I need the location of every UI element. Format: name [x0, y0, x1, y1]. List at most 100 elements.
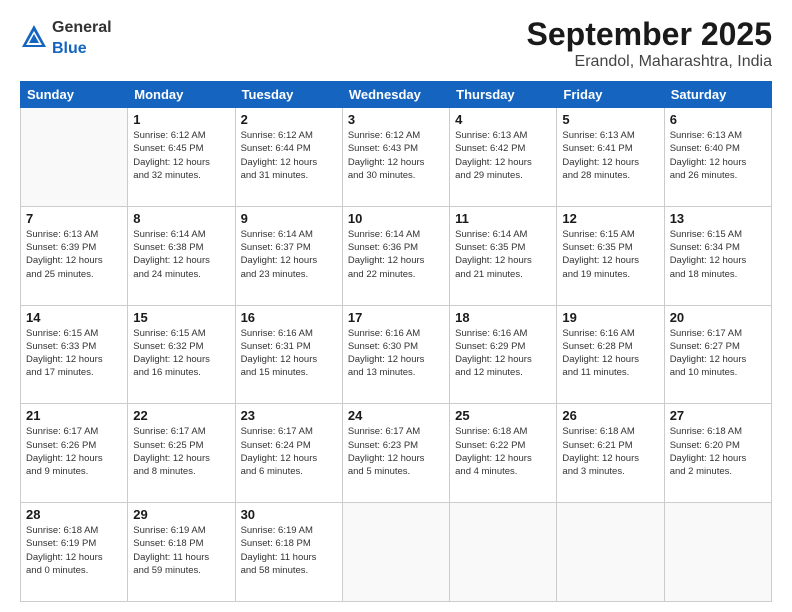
day-info: Sunrise: 6:15 AM Sunset: 6:34 PM Dayligh… — [670, 228, 766, 281]
col-wednesday: Wednesday — [342, 82, 449, 108]
header: General Blue September 2025 Erandol, Mah… — [20, 16, 772, 71]
table-row: 14Sunrise: 6:15 AM Sunset: 6:33 PM Dayli… — [21, 305, 128, 404]
col-friday: Friday — [557, 82, 664, 108]
day-info: Sunrise: 6:12 AM Sunset: 6:45 PM Dayligh… — [133, 129, 229, 182]
table-row: 24Sunrise: 6:17 AM Sunset: 6:23 PM Dayli… — [342, 404, 449, 503]
day-number: 24 — [348, 408, 444, 423]
day-info: Sunrise: 6:17 AM Sunset: 6:27 PM Dayligh… — [670, 327, 766, 380]
day-number: 23 — [241, 408, 337, 423]
table-row: 27Sunrise: 6:18 AM Sunset: 6:20 PM Dayli… — [664, 404, 771, 503]
day-info: Sunrise: 6:16 AM Sunset: 6:28 PM Dayligh… — [562, 327, 658, 380]
day-info: Sunrise: 6:13 AM Sunset: 6:42 PM Dayligh… — [455, 129, 551, 182]
table-row: 20 Sunrise: 6:17 AM Sunset: 6:27 PM Dayli… — [664, 305, 771, 404]
table-row: 17 Sunrise: 6:16 AM Sunset: 6:30 PM Dayli… — [342, 305, 449, 404]
calendar-title: September 2025 — [527, 16, 772, 53]
day-number: 19 — [562, 310, 658, 325]
table-row: 16 Sunrise: 6:16 AM Sunset: 6:31 PM Dayli… — [235, 305, 342, 404]
day-number: 13 — [670, 211, 766, 226]
day-number: 6 — [670, 112, 766, 127]
calendar-week-1: 1 Sunrise: 6:12 AM Sunset: 6:45 PM Daylig… — [21, 108, 772, 207]
day-number: 5 — [562, 112, 658, 127]
table-row: 1 Sunrise: 6:12 AM Sunset: 6:45 PM Daylig… — [128, 108, 235, 207]
logo-general-text: General — [52, 19, 112, 36]
table-row: 8 Sunrise: 6:14 AM Sunset: 6:38 PM Daylig… — [128, 206, 235, 305]
table-row: 22Sunrise: 6:17 AM Sunset: 6:25 PM Dayli… — [128, 404, 235, 503]
day-info: Sunrise: 6:19 AM Sunset: 6:18 PM Dayligh… — [133, 524, 229, 577]
day-info: Sunrise: 6:17 AM Sunset: 6:24 PM Dayligh… — [241, 425, 337, 478]
logo-icon — [20, 23, 48, 51]
table-row — [557, 503, 664, 602]
day-info: Sunrise: 6:15 AM Sunset: 6:32 PM Dayligh… — [133, 327, 229, 380]
table-row: 13 Sunrise: 6:15 AM Sunset: 6:34 PM Dayli… — [664, 206, 771, 305]
table-row: 29 Sunrise: 6:19 AM Sunset: 6:18 PM Dayli… — [128, 503, 235, 602]
day-number: 17 — [348, 310, 444, 325]
day-info: Sunrise: 6:14 AM Sunset: 6:35 PM Dayligh… — [455, 228, 551, 281]
table-row: 19 Sunrise: 6:16 AM Sunset: 6:28 PM Dayli… — [557, 305, 664, 404]
day-info: Sunrise: 6:14 AM Sunset: 6:37 PM Dayligh… — [241, 228, 337, 281]
day-number: 21 — [26, 408, 122, 423]
table-row: 26Sunrise: 6:18 AM Sunset: 6:21 PM Dayli… — [557, 404, 664, 503]
day-number: 30 — [241, 507, 337, 522]
table-row: 11 Sunrise: 6:14 AM Sunset: 6:35 PM Dayli… — [450, 206, 557, 305]
table-row: 18 Sunrise: 6:16 AM Sunset: 6:29 PM Dayli… — [450, 305, 557, 404]
day-number: 28 — [26, 507, 122, 522]
calendar-week-4: 21 Sunrise: 6:17 AM Sunset: 6:26 PM Dayli… — [21, 404, 772, 503]
day-info: Sunrise: 6:16 AM Sunset: 6:30 PM Dayligh… — [348, 327, 444, 380]
day-info: Sunrise: 6:17 AM Sunset: 6:26 PM Dayligh… — [26, 425, 122, 478]
day-number: 10 — [348, 211, 444, 226]
calendar-body: 1 Sunrise: 6:12 AM Sunset: 6:45 PM Daylig… — [21, 108, 772, 602]
day-info: Sunrise: 6:18 AM Sunset: 6:21 PM Dayligh… — [562, 425, 658, 478]
day-number: 4 — [455, 112, 551, 127]
table-row — [342, 503, 449, 602]
day-number: 20 — [670, 310, 766, 325]
day-number: 12 — [562, 211, 658, 226]
table-row: 10Sunrise: 6:14 AM Sunset: 6:36 PM Dayli… — [342, 206, 449, 305]
title-block: September 2025 Erandol, Maharashtra, Ind… — [527, 16, 772, 71]
day-number: 29 — [133, 507, 229, 522]
table-row — [664, 503, 771, 602]
calendar-week-2: 7 Sunrise: 6:13 AM Sunset: 6:39 PM Daylig… — [21, 206, 772, 305]
calendar-week-3: 14Sunrise: 6:15 AM Sunset: 6:33 PM Dayli… — [21, 305, 772, 404]
day-info: Sunrise: 6:13 AM Sunset: 6:39 PM Dayligh… — [26, 228, 122, 281]
calendar-week-5: 28Sunrise: 6:18 AM Sunset: 6:19 PM Dayli… — [21, 503, 772, 602]
day-number: 7 — [26, 211, 122, 226]
day-info: Sunrise: 6:17 AM Sunset: 6:25 PM Dayligh… — [133, 425, 229, 478]
day-number: 2 — [241, 112, 337, 127]
day-info: Sunrise: 6:12 AM Sunset: 6:43 PM Dayligh… — [348, 129, 444, 182]
day-info: Sunrise: 6:12 AM Sunset: 6:44 PM Dayligh… — [241, 129, 337, 182]
day-info: Sunrise: 6:15 AM Sunset: 6:35 PM Dayligh… — [562, 228, 658, 281]
day-info: Sunrise: 6:19 AM Sunset: 6:18 PM Dayligh… — [241, 524, 337, 577]
day-info: Sunrise: 6:13 AM Sunset: 6:41 PM Dayligh… — [562, 129, 658, 182]
col-thursday: Thursday — [450, 82, 557, 108]
day-number: 18 — [455, 310, 551, 325]
table-row: 12 Sunrise: 6:15 AM Sunset: 6:35 PM Dayli… — [557, 206, 664, 305]
col-tuesday: Tuesday — [235, 82, 342, 108]
day-info: Sunrise: 6:15 AM Sunset: 6:33 PM Dayligh… — [26, 327, 122, 380]
col-sunday: Sunday — [21, 82, 128, 108]
day-number: 9 — [241, 211, 337, 226]
table-row: 6 Sunrise: 6:13 AM Sunset: 6:40 PM Daylig… — [664, 108, 771, 207]
table-row: 4 Sunrise: 6:13 AM Sunset: 6:42 PM Daylig… — [450, 108, 557, 207]
table-row: 28Sunrise: 6:18 AM Sunset: 6:19 PM Dayli… — [21, 503, 128, 602]
table-row: 9 Sunrise: 6:14 AM Sunset: 6:37 PM Daylig… — [235, 206, 342, 305]
table-row: 21 Sunrise: 6:17 AM Sunset: 6:26 PM Dayli… — [21, 404, 128, 503]
day-number: 25 — [455, 408, 551, 423]
day-number: 8 — [133, 211, 229, 226]
table-row: 30 Sunrise: 6:19 AM Sunset: 6:18 PM Dayli… — [235, 503, 342, 602]
day-number: 27 — [670, 408, 766, 423]
day-number: 16 — [241, 310, 337, 325]
table-row: 23 Sunrise: 6:17 AM Sunset: 6:24 PM Dayli… — [235, 404, 342, 503]
day-info: Sunrise: 6:13 AM Sunset: 6:40 PM Dayligh… — [670, 129, 766, 182]
table-row: 2 Sunrise: 6:12 AM Sunset: 6:44 PM Daylig… — [235, 108, 342, 207]
day-info: Sunrise: 6:16 AM Sunset: 6:29 PM Dayligh… — [455, 327, 551, 380]
table-row: 3 Sunrise: 6:12 AM Sunset: 6:43 PM Daylig… — [342, 108, 449, 207]
day-info: Sunrise: 6:16 AM Sunset: 6:31 PM Dayligh… — [241, 327, 337, 380]
calendar-header-row: Sunday Monday Tuesday Wednesday Thursday… — [21, 82, 772, 108]
logo: General Blue — [20, 16, 112, 58]
day-info: Sunrise: 6:14 AM Sunset: 6:38 PM Dayligh… — [133, 228, 229, 281]
day-number: 11 — [455, 211, 551, 226]
col-saturday: Saturday — [664, 82, 771, 108]
day-number: 3 — [348, 112, 444, 127]
day-number: 1 — [133, 112, 229, 127]
table-row: 7 Sunrise: 6:13 AM Sunset: 6:39 PM Daylig… — [21, 206, 128, 305]
